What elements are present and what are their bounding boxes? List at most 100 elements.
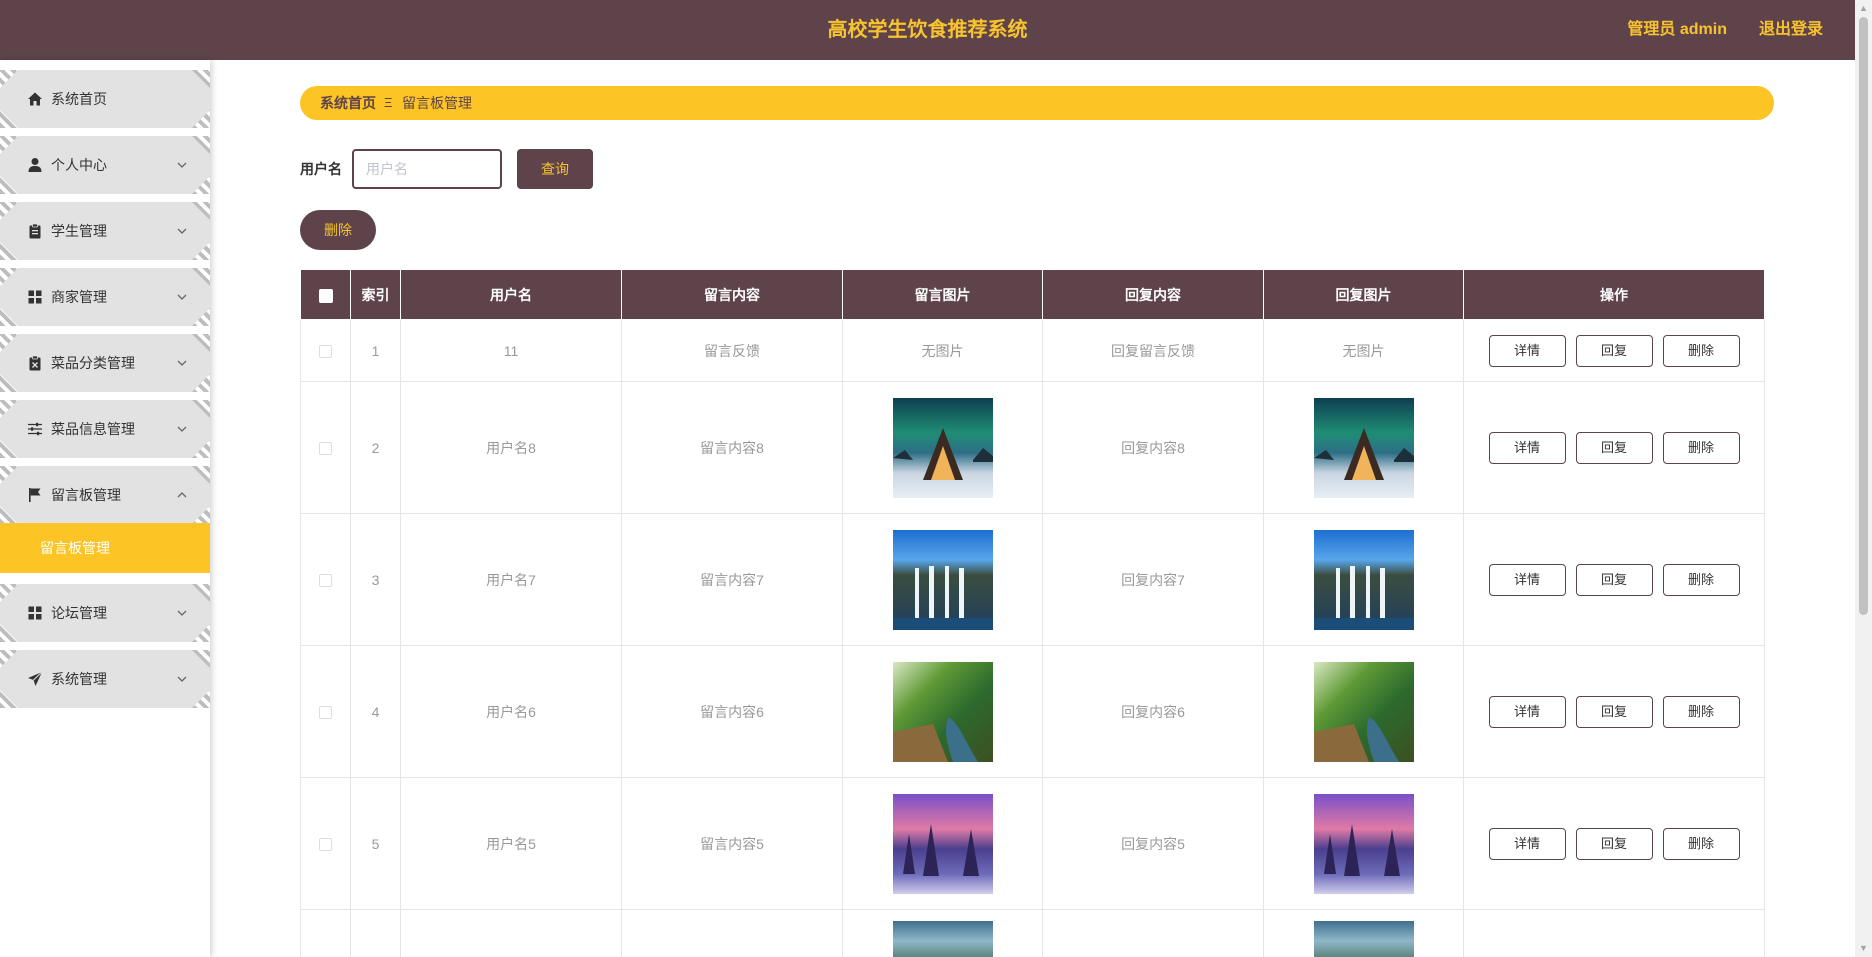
sidebar-item-label: 菜品分类管理: [51, 355, 135, 371]
sidebar-subitem-label: 留言板管理: [40, 540, 110, 556]
sidebar-item-system[interactable]: 系统管理: [0, 650, 210, 708]
cell-actions: 详情 回复 删除: [1463, 513, 1765, 646]
row-checkbox[interactable]: [319, 345, 332, 359]
column-header: 索引: [350, 269, 401, 320]
sidebar-item-home[interactable]: 系统首页: [0, 70, 210, 128]
aurora-cabin-image: [1313, 397, 1414, 498]
page-scrollbar[interactable]: ▲ ▼: [1855, 0, 1872, 957]
cell-actions: 详情 回复 删除: [1463, 319, 1765, 382]
table-row: [300, 908, 1765, 957]
breadcrumb: 系统首页 Ξ 留言板管理: [300, 86, 1774, 120]
chevron-down-icon: [177, 162, 187, 168]
snowy-forest-image: [892, 793, 993, 894]
column-header: 回复图片: [1263, 269, 1464, 320]
bulk-delete-button[interactable]: 删除: [300, 210, 376, 250]
delete-button[interactable]: 删除: [1662, 827, 1740, 860]
cell-reply: 回复内容7: [1042, 513, 1264, 646]
sidebar-item-label: 个人中心: [51, 157, 107, 173]
sidebar-item-students[interactable]: 学生管理: [0, 202, 210, 260]
mountain-image: [892, 921, 993, 957]
cell-username: 用户名8: [400, 381, 622, 514]
detail-button[interactable]: 详情: [1488, 827, 1566, 860]
delete-button[interactable]: 删除: [1662, 563, 1740, 596]
table-row: 2 用户名8 留言内容8 回复内容8 详情 回复 删除: [300, 381, 1765, 514]
cell-reply: 回复内容8: [1042, 381, 1264, 514]
forest-river-image: [892, 661, 993, 762]
cell-actions: [1463, 908, 1765, 957]
sidebar-item-message-board[interactable]: 留言板管理: [0, 466, 210, 524]
sidebar-item-label: 论坛管理: [51, 605, 107, 621]
breadcrumb-current: 留言板管理: [402, 95, 472, 111]
reply-button[interactable]: 回复: [1575, 695, 1653, 728]
detail-button[interactable]: 详情: [1488, 563, 1566, 596]
clipboard-icon: [29, 223, 41, 239]
table-row: 5 用户名5 留言内容5 回复内容5 详情 回复 删除: [300, 777, 1765, 910]
waterfall-image: [1313, 529, 1414, 630]
top-header: 高校学生饮食推荐系统 管理员 admin 退出登录: [0, 0, 1855, 60]
chevron-up-icon: [177, 492, 187, 498]
forest-river-image: [1313, 661, 1414, 762]
sidebar-item-profile[interactable]: 个人中心: [0, 136, 210, 194]
app-title: 高校学生饮食推荐系统: [827, 19, 1028, 41]
delete-button[interactable]: 删除: [1662, 695, 1740, 728]
select-all-header: [300, 269, 351, 320]
table-header-row: 索引 用户名 留言内容 留言图片 回复内容 回复图片 操作: [300, 269, 1765, 320]
cell-reply: 回复内容6: [1042, 645, 1264, 778]
row-checkbox[interactable]: [319, 442, 332, 456]
reply-button[interactable]: 回复: [1575, 563, 1653, 596]
mountain-image: [1313, 921, 1414, 957]
detail-button[interactable]: 详情: [1488, 695, 1566, 728]
reply-button[interactable]: 回复: [1575, 431, 1653, 464]
chevron-down-icon: [177, 676, 187, 682]
cell-index: 4: [350, 645, 401, 778]
query-button[interactable]: 查询: [517, 149, 593, 189]
column-header: 用户名: [400, 269, 622, 320]
user-icon: [28, 158, 42, 172]
detail-button[interactable]: 详情: [1488, 431, 1566, 464]
delete-button[interactable]: 删除: [1662, 431, 1740, 464]
chevron-down-icon: [177, 360, 187, 366]
sidebar-item-label: 菜品信息管理: [51, 421, 135, 437]
row-checkbox[interactable]: [319, 838, 332, 852]
cell-actions: 详情 回复 删除: [1463, 381, 1765, 514]
grid-icon: [28, 290, 42, 304]
cell-username: 11: [400, 319, 622, 382]
column-header: 留言内容: [621, 269, 843, 320]
sidebar-item-dish-categories[interactable]: 菜品分类管理: [0, 334, 210, 392]
scroll-down-icon[interactable]: ▼: [1855, 940, 1872, 957]
reply-button[interactable]: 回复: [1575, 827, 1653, 860]
cell-no-image: 无图片: [1263, 319, 1464, 382]
cell-username: 用户名5: [400, 777, 622, 910]
cell-no-image: 无图片: [842, 319, 1043, 382]
row-checkbox[interactable]: [319, 574, 332, 588]
breadcrumb-separator: Ξ: [384, 95, 393, 110]
chevron-down-icon: [177, 294, 187, 300]
message-table: 索引 用户名 留言内容 留言图片 回复内容 回复图片 操作 1 11 留言反馈 …: [300, 269, 1765, 957]
breadcrumb-home[interactable]: 系统首页: [320, 86, 376, 120]
username-search-input[interactable]: [352, 149, 502, 189]
scrollbar-thumb[interactable]: [1859, 17, 1868, 615]
reply-button[interactable]: 回复: [1575, 334, 1653, 367]
cell-index: 2: [350, 381, 401, 514]
cell-index: 5: [350, 777, 401, 910]
chevron-down-icon: [177, 426, 187, 432]
sidebar-item-dish-info[interactable]: 菜品信息管理: [0, 400, 210, 458]
row-checkbox[interactable]: [319, 706, 332, 720]
delete-button[interactable]: 删除: [1662, 334, 1740, 367]
sidebar-item-label: 系统管理: [51, 671, 107, 687]
sidebar-subitem-message-board[interactable]: 留言板管理: [0, 523, 210, 573]
cell-content: 留言内容6: [621, 645, 843, 778]
sidebar-item-label: 留言板管理: [51, 487, 121, 503]
sidebar-item-merchants[interactable]: 商家管理: [0, 268, 210, 326]
cell-content: 留言反馈: [621, 319, 843, 382]
scroll-up-icon[interactable]: ▲: [1855, 0, 1872, 17]
sidebar-item-forum[interactable]: 论坛管理: [0, 584, 210, 642]
column-header: 留言图片: [842, 269, 1043, 320]
logout-link[interactable]: 退出登录: [1759, 0, 1823, 60]
chevron-down-icon: [177, 610, 187, 616]
sliders-icon: [28, 422, 42, 436]
select-all-checkbox[interactable]: [318, 288, 333, 303]
chevron-down-icon: [177, 228, 187, 234]
detail-button[interactable]: 详情: [1488, 334, 1566, 367]
table-row: 1 11 留言反馈 无图片 回复留言反馈 无图片 详情 回复 删除: [300, 319, 1765, 382]
